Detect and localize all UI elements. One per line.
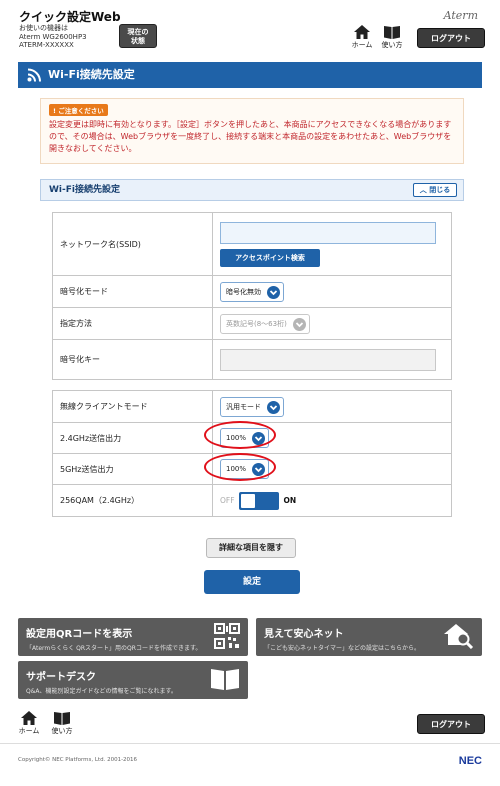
table-row: 256QAM（2.4GHz） OFF ON xyxy=(52,484,452,517)
caution-notice: ! ご注意ください 設定変更は即時に有効となります。［設定］ボタンを押したあと、… xyxy=(40,98,464,164)
key-input[interactable] xyxy=(220,348,436,371)
tx24-label: 2.4GHz送信出力 xyxy=(52,422,213,454)
client-mode-label: 無線クライアントモード xyxy=(52,390,213,423)
caution-badge-text: ご注意ください xyxy=(58,107,104,115)
aterm-logo: Aterm xyxy=(443,9,478,22)
page-title-bar: Wi-Fi接続先設定 xyxy=(18,62,482,88)
enc-mode-value: 暗号化無効 xyxy=(226,287,261,296)
home-link[interactable]: ホーム xyxy=(350,25,374,50)
support-panel[interactable]: サポートデスク Q&A、機能別設定ガイドなどの情報をご覧になれます。 xyxy=(18,661,248,699)
header: クイック設定Web お使いの機器は Aterm WG2600HP3 ATERM-… xyxy=(0,0,500,56)
section-header: Wi-Fi接続先設定 ︿ 閉じる xyxy=(40,179,464,201)
page-title: Wi-Fi接続先設定 xyxy=(48,68,135,81)
ap-search-button[interactable]: アクセスポイント検索 xyxy=(220,248,320,267)
collapse-button[interactable]: ︿ 閉じる xyxy=(413,183,457,197)
chevron-up-icon: ︿ xyxy=(419,186,427,194)
wifi-settings-table: ネットワーク名(SSID) アクセスポイント検索 暗号化モード 暗号化無効 指定… xyxy=(52,212,452,380)
book-icon xyxy=(54,712,70,725)
footer-divider xyxy=(0,743,500,744)
copyright: Copyright© NEC Platforms, Ltd. 2001-2016 xyxy=(18,757,138,763)
toggle-knob xyxy=(240,493,255,508)
footer-logout-button[interactable]: ログアウト xyxy=(417,714,485,734)
home-label: ホーム xyxy=(351,41,373,49)
device-caption: お使いの機器は xyxy=(19,24,68,32)
chevron-down-icon xyxy=(267,285,280,299)
method-label: 指定方法 xyxy=(52,307,213,340)
app-title: クイック設定Web xyxy=(19,10,121,24)
enc-mode-select[interactable]: 暗号化無効 xyxy=(220,281,284,302)
table-row: 無線クライアントモード 汎用モード xyxy=(52,390,452,423)
qam-toggle-group: OFF ON xyxy=(220,491,451,510)
device-model: Aterm WG2600HP3 xyxy=(19,32,87,41)
footer-home-label: ホーム xyxy=(18,727,40,735)
safe-net-panel[interactable]: 見えて安心ネット 「こども安心ネットタイマー」などの設定はこちらから。 xyxy=(256,618,482,656)
house-magnifier-icon xyxy=(444,624,474,649)
hide-details-button[interactable]: 詳細な項目を隠す xyxy=(206,538,296,558)
method-select[interactable]: 英数記号(8～63桁) xyxy=(220,313,310,334)
chevron-down-icon xyxy=(267,400,280,414)
safe-net-panel-title: 見えて安心ネット xyxy=(264,629,344,640)
footer-help-link[interactable]: 使い方 xyxy=(50,711,74,736)
device-info: お使いの機器は Aterm WG2600HP3 ATERM-XXXXXX xyxy=(19,24,87,50)
help-link[interactable]: 使い方 xyxy=(380,25,404,50)
nec-logo: NEC xyxy=(458,755,482,767)
table-row: ネットワーク名(SSID) アクセスポイント検索 xyxy=(52,212,452,276)
device-id: ATERM-XXXXXX xyxy=(19,41,74,49)
home-icon xyxy=(21,711,37,725)
client-mode-cell: 汎用モード xyxy=(212,390,452,423)
qr-code-icon xyxy=(214,623,240,649)
qr-panel-desc: 「Atermらくらく QRスタート」用のQRコードを作成できます。 xyxy=(26,645,202,652)
ssid-label: ネットワーク名(SSID) xyxy=(52,212,213,276)
method-cell: 英数記号(8～63桁) xyxy=(212,307,452,340)
qr-panel[interactable]: 設定用QRコードを表示 「Atermらくらく QRスタート」用のQRコードを作成… xyxy=(18,618,248,656)
book-icon xyxy=(211,669,239,690)
home-icon xyxy=(354,25,370,39)
help-label: 使い方 xyxy=(381,41,403,49)
qr-panel-title: 設定用QRコードを表示 xyxy=(26,629,133,640)
state-button-line2: 状態 xyxy=(131,37,145,45)
support-panel-desc: Q&A、機能別設定ガイドなどの情報をご覧になれます。 xyxy=(26,688,177,695)
highlight-ring-tx5 xyxy=(204,453,276,481)
chevron-down-icon xyxy=(292,317,306,331)
table-row: 指定方法 英数記号(8～63桁) xyxy=(52,307,452,340)
wifi-icon xyxy=(27,68,41,82)
qam-on-label: ON xyxy=(283,496,297,505)
enc-mode-label: 暗号化モード xyxy=(52,275,213,308)
qam-label: 256QAM（2.4GHz） xyxy=(52,484,213,517)
table-row: 暗号化モード 暗号化無効 xyxy=(52,275,452,308)
footer-help-label: 使い方 xyxy=(51,727,73,735)
highlight-ring-tx24 xyxy=(204,421,276,449)
footer-home-link[interactable]: ホーム xyxy=(18,711,40,736)
caution-text: 設定変更は即時に有効となります。［設定］ボタンを押したあと、本商品にアクセスでき… xyxy=(49,120,452,153)
current-state-button[interactable]: 現在の 状態 xyxy=(119,24,157,48)
enc-mode-cell: 暗号化無効 xyxy=(212,275,452,308)
state-button-line1: 現在の xyxy=(127,28,149,36)
method-value: 英数記号(8～63桁) xyxy=(226,319,287,328)
support-panel-title: サポートデスク xyxy=(26,672,96,683)
key-label: 暗号化キー xyxy=(52,339,213,380)
ssid-cell: アクセスポイント検索 xyxy=(212,212,452,276)
logout-button[interactable]: ログアウト xyxy=(417,28,485,48)
client-mode-value: 汎用モード xyxy=(226,402,261,411)
collapse-label: 閉じる xyxy=(429,186,451,194)
section-title: Wi-Fi接続先設定 xyxy=(49,185,120,195)
qam-off-label: OFF xyxy=(220,496,235,505)
caution-badge: ! ご注意ください xyxy=(49,104,108,116)
book-icon xyxy=(384,26,400,39)
tx5-label: 5GHz送信出力 xyxy=(52,453,213,485)
client-mode-select[interactable]: 汎用モード xyxy=(220,396,284,417)
safe-net-panel-desc: 「こども安心ネットタイマー」などの設定はこちらから。 xyxy=(264,645,421,652)
table-row: 暗号化キー xyxy=(52,339,452,380)
ssid-input[interactable] xyxy=(220,221,436,244)
submit-button[interactable]: 設定 xyxy=(204,570,300,594)
key-cell xyxy=(212,339,452,380)
qam-toggle[interactable] xyxy=(238,491,279,510)
qam-cell: OFF ON xyxy=(212,484,452,517)
